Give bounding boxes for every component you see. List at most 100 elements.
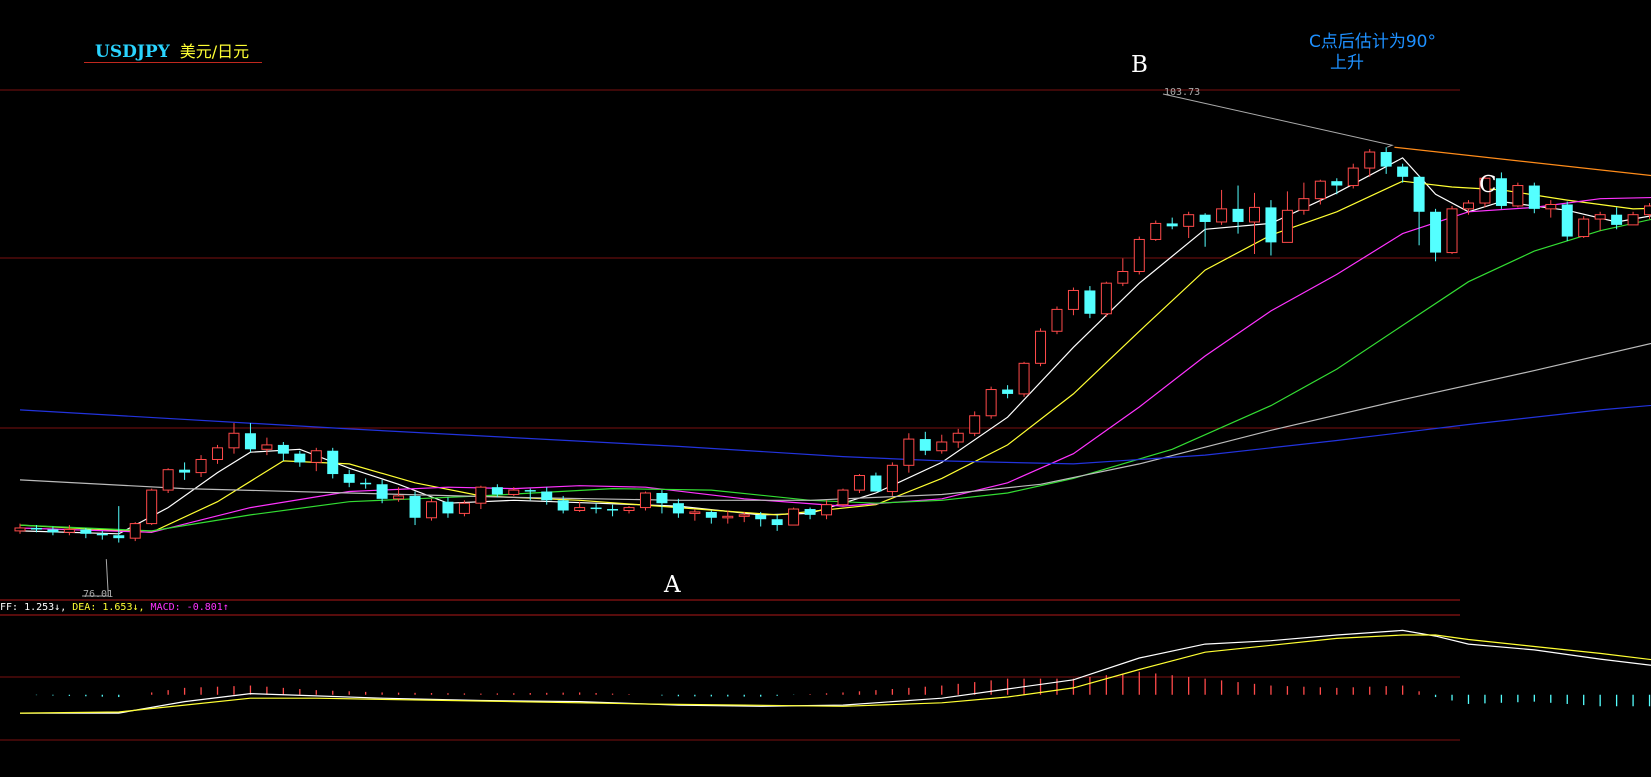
candle-body <box>771 519 783 526</box>
candle-body <box>80 529 92 534</box>
candle-body <box>179 469 191 473</box>
ma10-line <box>19 180 1651 533</box>
candle-body <box>1446 208 1458 254</box>
candle-body <box>1018 362 1030 395</box>
candle-body <box>1100 282 1112 315</box>
candle-body <box>656 493 668 504</box>
point-a-label: A <box>664 572 681 598</box>
candle-body <box>1462 202 1474 210</box>
candle-body <box>1495 178 1507 206</box>
price-chart <box>0 89 1651 741</box>
candle-body <box>277 444 289 454</box>
ma5-line <box>19 157 1651 535</box>
candle-body <box>129 523 141 539</box>
candle-body <box>722 515 734 519</box>
candle-body <box>870 475 882 492</box>
candle-body <box>195 458 207 474</box>
candle-body <box>146 489 158 525</box>
candle-body <box>212 447 224 460</box>
candle-body <box>886 464 898 493</box>
candle-body <box>1067 289 1079 310</box>
moving-average-lines <box>19 157 1651 535</box>
candle-body <box>639 492 651 509</box>
candle-body <box>63 528 75 533</box>
candle-body <box>1084 290 1096 314</box>
candle-body <box>1166 223 1178 227</box>
macd-dif-value: FF: 1.253↓, <box>0 602 67 613</box>
candle-body <box>919 439 931 451</box>
candle-body <box>821 504 833 516</box>
ma20-line <box>19 196 1651 533</box>
candle-body <box>738 514 750 517</box>
candle-body <box>30 527 42 530</box>
candle-body <box>1644 205 1651 216</box>
point-b-label: B <box>1131 52 1148 78</box>
candle-body <box>1216 208 1228 223</box>
candle-body <box>755 514 767 520</box>
macd-dea-value: DEA: 1.653↓, <box>72 602 145 613</box>
candle-body <box>1380 152 1392 167</box>
candle-body <box>426 501 437 519</box>
candle-body <box>1397 166 1409 177</box>
candle-body <box>1117 271 1129 284</box>
title-underline <box>84 62 262 63</box>
candle-body <box>985 389 997 417</box>
candle-body <box>1594 214 1606 220</box>
high-label-leader <box>1162 93 1394 148</box>
macd-lines <box>19 629 1651 714</box>
b-c-trendline <box>1394 146 1651 177</box>
candle-body <box>1298 198 1310 211</box>
candle-body <box>96 533 108 536</box>
candle-body <box>1051 308 1063 332</box>
candle-body <box>310 450 322 463</box>
candle-body <box>1578 218 1590 238</box>
candle-body <box>1183 214 1195 227</box>
candle-body <box>1265 207 1277 243</box>
candle-body <box>837 489 849 506</box>
candle-body <box>1512 185 1524 207</box>
candle-body <box>804 509 816 515</box>
macd-dea-line <box>19 634 1651 714</box>
candle-body <box>1035 330 1047 364</box>
candle-body <box>541 491 553 501</box>
candle-body <box>1347 167 1359 187</box>
candle-body <box>508 489 520 495</box>
candle-body <box>1314 180 1326 200</box>
candle-body <box>1249 206 1260 223</box>
ma30-line <box>19 218 1651 532</box>
candle-body <box>524 490 536 492</box>
candlesticks <box>14 147 1651 543</box>
candle-body <box>557 500 569 511</box>
instrument-name: 美元/日元 <box>179 42 250 61</box>
candle-body <box>409 495 421 518</box>
candle-body <box>393 495 405 500</box>
candle-body <box>47 529 59 533</box>
candle-body <box>1364 151 1376 169</box>
candle-body <box>952 432 964 443</box>
candle-body <box>1232 208 1244 222</box>
candle-body <box>294 453 306 463</box>
candle-body <box>1331 181 1343 186</box>
candle-body <box>458 502 470 514</box>
candle-body <box>1150 222 1162 240</box>
candle-body <box>1281 209 1293 243</box>
candle-body <box>228 432 240 449</box>
candle-body <box>1627 214 1639 226</box>
candle-body <box>376 484 388 499</box>
candle-body <box>936 441 948 452</box>
candle-body <box>1430 211 1442 253</box>
candle-body <box>475 486 487 504</box>
forecast-note-line2: 上升 <box>1330 53 1364 73</box>
forecast-note-line1: C点后估计为90° <box>1309 32 1437 52</box>
candle-body <box>162 469 174 491</box>
candle-body <box>343 474 355 483</box>
ma120-line <box>19 404 1651 465</box>
macd-legend: FF: 1.253↓, DEA: 1.653↓, MACD: -0.801↑ <box>0 602 229 613</box>
candle-body <box>491 487 503 495</box>
candle-body <box>113 535 125 539</box>
candle-body <box>442 501 454 514</box>
macd-macd-value: MACD: -0.801↑ <box>150 602 229 613</box>
candle-body <box>1133 238 1145 273</box>
candle-body <box>607 509 619 511</box>
candle-body <box>261 444 273 450</box>
